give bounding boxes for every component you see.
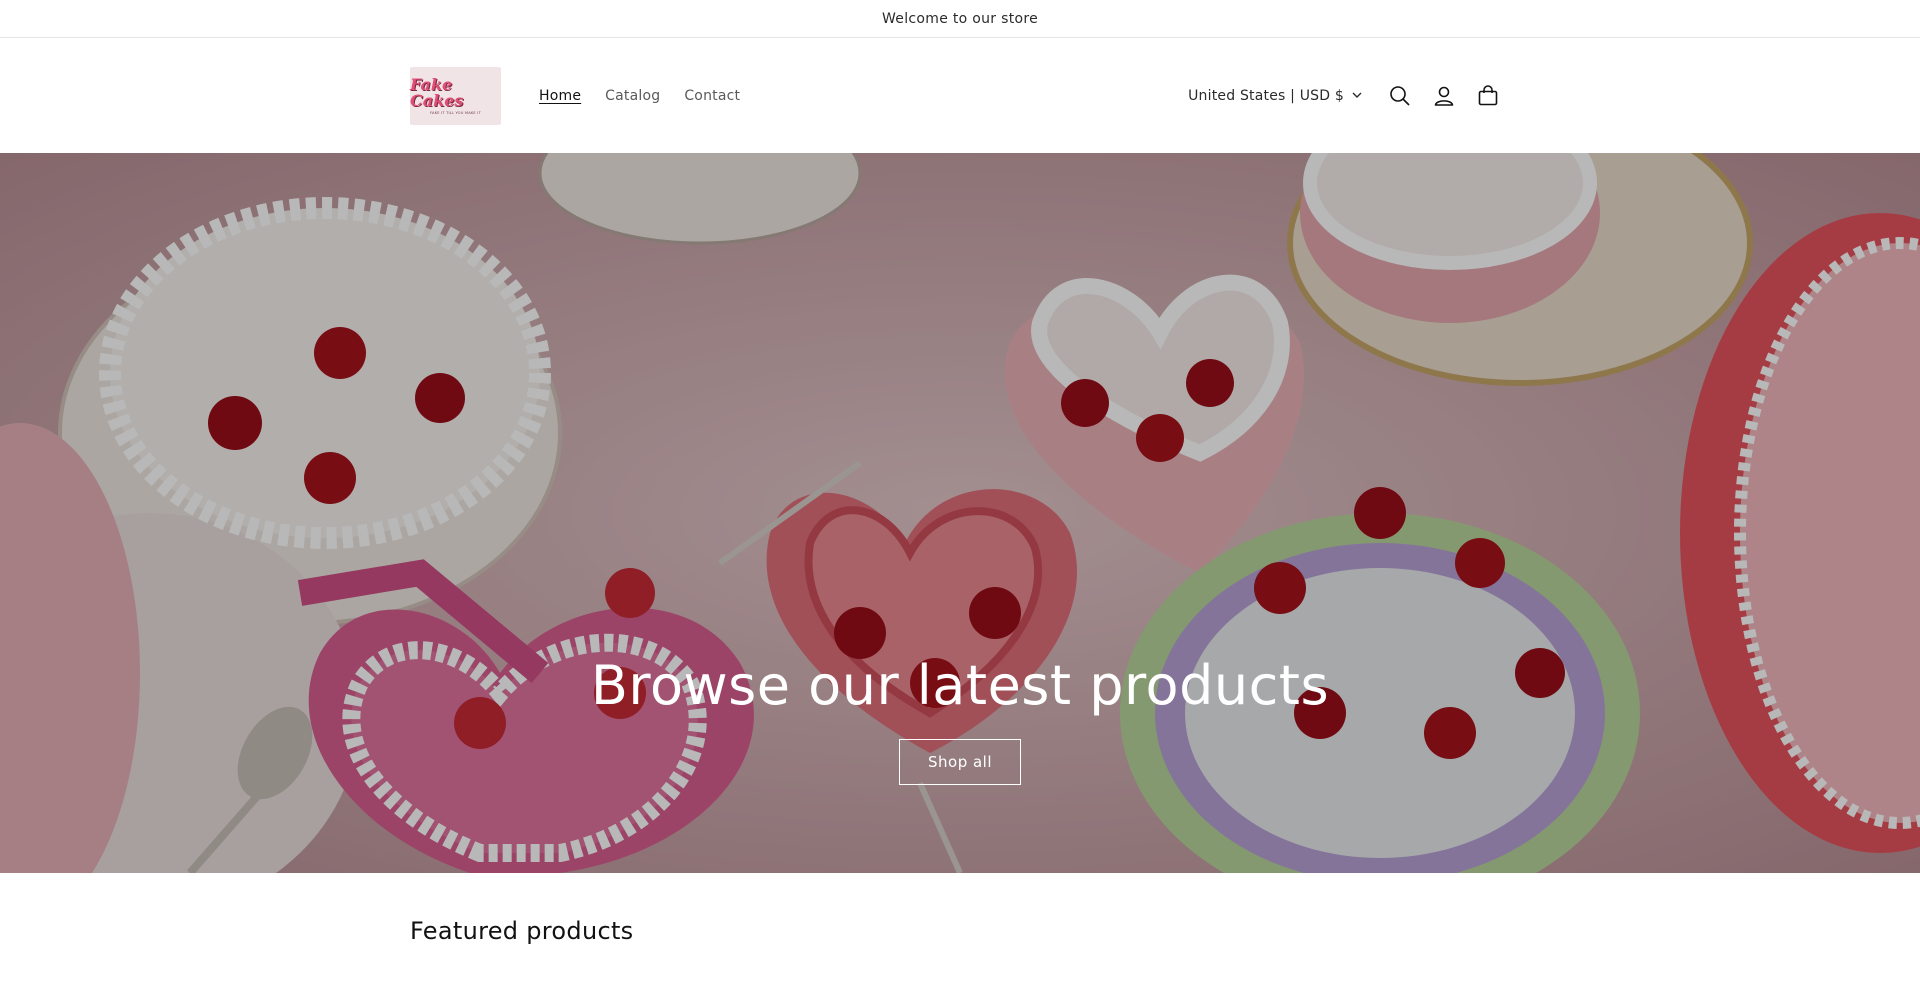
announcement-text: Welcome to our store — [881, 10, 1039, 27]
cart-button[interactable] — [1466, 74, 1510, 118]
announcement-bar: Welcome to our store — [0, 0, 1920, 38]
country-selector[interactable]: United States | USD $ — [1188, 88, 1362, 104]
account-icon — [1434, 86, 1454, 106]
country-selector-label: United States | USD $ — [1188, 87, 1344, 104]
nav-link-contact[interactable]: Contact — [684, 88, 740, 104]
search-button[interactable] — [1378, 74, 1422, 118]
account-button[interactable] — [1422, 74, 1466, 118]
featured-products-heading: Featured products — [410, 917, 634, 945]
hero-banner: Browse our latest products Shop all — [0, 153, 1920, 873]
logo-tagline: FAKE IT TILL YOU MAKE IT — [430, 110, 481, 115]
site-header: Fake Cakes FAKE IT TILL YOU MAKE IT Home… — [0, 38, 1920, 153]
search-icon — [1390, 85, 1410, 106]
cart-icon — [1478, 84, 1498, 105]
shop-all-button[interactable]: Shop all — [899, 739, 1021, 785]
header-actions: United States | USD $ — [1188, 74, 1510, 118]
chevron-down-icon — [1352, 92, 1362, 98]
store-logo[interactable]: Fake Cakes FAKE IT TILL YOU MAKE IT — [410, 66, 501, 125]
nav-link-home[interactable]: Home — [539, 88, 581, 104]
hero-content: Browse our latest products Shop all — [0, 651, 1920, 785]
nav-link-catalog[interactable]: Catalog — [605, 88, 660, 104]
hero-title: Browse our latest products — [590, 654, 1330, 717]
logo-wordmark: Fake Cakes — [410, 74, 464, 110]
featured-products-section: Featured products — [0, 873, 1920, 945]
main-nav: Home Catalog Contact — [539, 88, 740, 104]
